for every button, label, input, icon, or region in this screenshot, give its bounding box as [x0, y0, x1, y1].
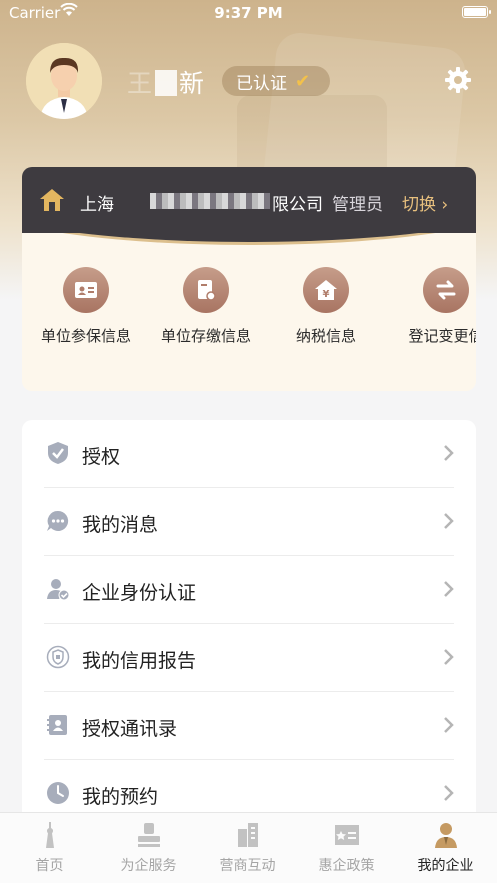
chevron-right-icon — [444, 649, 454, 665]
menu-item-identity-verification[interactable]: 企业身份认证 — [44, 556, 454, 624]
service-label: 单位存缴信息 — [160, 327, 251, 345]
buildings-icon — [237, 823, 258, 847]
tab-home[interactable]: 首页 — [0, 821, 99, 875]
status-bar: Carrier 9:37 PM — [0, 0, 497, 26]
tab-label: 惠企政策 — [318, 858, 375, 874]
menu-item-label: 我的信用报告 — [82, 650, 197, 672]
user-name-text: 新 — [179, 69, 206, 98]
menu-item-label: 我的消息 — [82, 514, 159, 536]
tab-my-enterprise[interactable]: 我的企业 — [396, 821, 495, 875]
menu-item-label: 授权通讯录 — [82, 718, 178, 740]
chevron-right-icon — [444, 581, 454, 597]
tab-label: 我的企业 — [417, 858, 474, 874]
company-name-redaction — [150, 193, 270, 209]
service-label: 纳税信息 — [295, 327, 356, 345]
company-name-prefix: 上海 — [80, 195, 114, 215]
user-profile-icon — [434, 823, 457, 848]
certified-badge: 已认证 ✔ — [222, 66, 330, 96]
chevron-right-icon — [444, 513, 454, 529]
chevron-right-icon — [444, 445, 454, 461]
menu-item-contacts[interactable]: 授权通讯录 — [44, 692, 454, 760]
tab-label: 营商互动 — [219, 858, 276, 874]
tab-policies[interactable]: 惠企政策 — [297, 821, 396, 875]
company-switch-bar[interactable]: 上海 限公司 管理员 切换 › — [22, 167, 476, 233]
clock-icon — [47, 782, 69, 804]
tab-label: 为企服务 — [120, 858, 177, 874]
service-deposit-info[interactable]: 单位存缴信息 — [146, 267, 266, 346]
service-enrollment-info[interactable]: 单位参保信息 — [26, 267, 146, 346]
certified-label: 已认证 — [236, 73, 287, 94]
menu-item-authorization[interactable]: 授权 — [44, 420, 454, 488]
chat-bubble-icon — [47, 510, 69, 531]
menu-item-credit-report[interactable]: 我的信用报告 — [44, 624, 454, 692]
stamp-icon — [137, 823, 160, 847]
id-card-icon — [63, 267, 109, 313]
menu-card: 授权 我的消息 企业身份认证 我的信用报告 授权通讯录 我的预约 — [22, 420, 476, 830]
menu-item-messages[interactable]: 我的消息 — [44, 488, 454, 556]
tab-bar: 首页 为企服务 营商互动 惠企政策 我的企业 — [0, 812, 497, 883]
person-avatar-icon — [26, 43, 102, 119]
credit-badge-icon — [46, 645, 70, 669]
name-redaction — [155, 70, 178, 96]
menu-item-label: 授权 — [82, 446, 121, 468]
document-icon — [183, 267, 229, 313]
user-name: 王新 — [127, 64, 205, 100]
avatar[interactable] — [26, 43, 102, 119]
home-icon — [40, 189, 64, 211]
tower-icon — [45, 822, 54, 848]
chevron-right-icon — [444, 717, 454, 733]
menu-item-label: 企业身份认证 — [82, 582, 197, 604]
service-label: 单位参保信息 — [40, 327, 131, 345]
exchange-icon — [423, 267, 469, 313]
clock-time: 9:37 PM — [214, 4, 283, 22]
chevron-right-icon — [444, 785, 454, 801]
role-label: 管理员 — [332, 195, 383, 215]
menu-item-label: 我的预约 — [82, 786, 159, 808]
checkmark-icon: ✔ — [295, 70, 311, 92]
tab-business-interaction[interactable]: 营商互动 — [198, 821, 297, 875]
shield-check-icon — [48, 442, 68, 464]
tab-label: 首页 — [35, 858, 64, 874]
service-registration-change[interactable]: 登记变更信 — [386, 267, 476, 346]
company-name-suffix: 限公司 — [272, 195, 323, 215]
user-verify-icon — [47, 579, 70, 601]
policy-card-icon — [334, 825, 359, 845]
gear-icon[interactable] — [444, 66, 472, 94]
svg-text:¥: ¥ — [323, 289, 330, 300]
battery-icon — [462, 6, 491, 18]
service-label: 登记变更信 — [408, 327, 476, 345]
contacts-icon — [47, 715, 67, 735]
tax-house-icon: ¥ — [303, 267, 349, 313]
switch-company-button[interactable]: 切换 › — [402, 190, 448, 215]
tab-enterprise-services[interactable]: 为企服务 — [99, 821, 198, 875]
user-name-prefix: 王 — [127, 69, 154, 98]
service-tax-info[interactable]: ¥ 纳税信息 — [266, 267, 386, 346]
